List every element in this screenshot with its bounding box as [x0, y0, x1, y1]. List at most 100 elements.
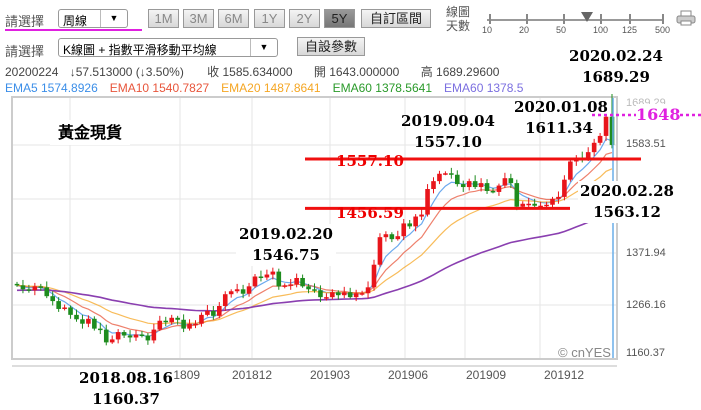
candle-body: [252, 276, 258, 287]
candle-body: [109, 339, 115, 343]
candle-body: [187, 323, 192, 329]
candle-body: [550, 198, 555, 205]
annotation-date: 2019.02.20: [239, 225, 333, 243]
candle-body: [115, 332, 121, 340]
candle-body: [324, 297, 329, 299]
candle-body: [419, 214, 424, 217]
candle-body: [199, 314, 204, 324]
candle-body: [377, 237, 383, 265]
candle-body: [520, 203, 526, 207]
candle-body: [157, 320, 163, 330]
candle-body: [544, 204, 549, 207]
candle-body: [121, 332, 127, 336]
candle-body: [228, 291, 234, 295]
candle-body: [139, 334, 145, 337]
annotation-value: 1546.75: [252, 246, 320, 264]
candle-body: [193, 323, 198, 326]
candle-body: [103, 329, 109, 343]
candle-body: [246, 286, 252, 294]
candle-body: [484, 183, 490, 191]
x-tick-label: 201812: [232, 368, 273, 382]
candle-body: [496, 185, 502, 192]
x-tick-label: 201912: [544, 368, 585, 382]
candle-body: [401, 223, 407, 237]
candle-body: [133, 334, 139, 338]
candle-body: [526, 203, 531, 206]
annotation-value: 1611.34: [525, 119, 593, 137]
candle-body: [181, 319, 186, 329]
y-tick-label: 1371.94: [626, 247, 666, 259]
candle-body: [56, 301, 61, 309]
candle-body: [490, 190, 496, 193]
x-tick-label: 201906: [388, 368, 429, 382]
candle-body: [211, 310, 216, 316]
candle-body: [383, 234, 389, 238]
candle-body: [568, 161, 573, 180]
candle-body: [169, 317, 174, 323]
candle-body: [276, 271, 282, 287]
candle-body: [282, 285, 288, 287]
y-tick-label: 1266.16: [626, 299, 666, 311]
candle-body: [341, 292, 347, 296]
annotation-value: 1689.29: [582, 68, 650, 86]
candle-body: [294, 277, 299, 285]
candle-body: [175, 317, 180, 320]
level-label-lower: 1456.59: [336, 204, 404, 222]
candle-body: [336, 292, 341, 296]
candle-body: [80, 319, 85, 324]
annotation-date: 2018.08.16: [79, 369, 173, 387]
candle-body: [258, 276, 264, 279]
candle-body: [98, 328, 103, 331]
candle-body: [50, 296, 55, 302]
level-label-upper: 1557.10: [336, 152, 404, 170]
candle-body: [68, 307, 73, 315]
candle-body: [359, 293, 365, 295]
candle-body: [431, 181, 436, 190]
x-tick-label: 201903: [310, 368, 351, 382]
annotation-date: 2020.02.28: [580, 182, 674, 200]
candle-body: [38, 286, 44, 288]
candle-body: [312, 289, 317, 291]
candle-body: [455, 174, 460, 185]
candle-body: [145, 335, 151, 341]
candle-body: [591, 142, 597, 153]
candle-body: [389, 234, 395, 240]
chart-title: 黃金現貨: [50, 120, 131, 145]
candle-body: [449, 173, 454, 175]
candle-body: [270, 271, 276, 275]
candle-body: [353, 293, 359, 298]
candle-body: [32, 286, 38, 291]
candle-body: [460, 184, 466, 188]
annotation-value: 1160.37: [92, 390, 160, 408]
candle-body: [44, 287, 50, 297]
candle-body: [163, 320, 169, 323]
candle-body: [86, 318, 91, 324]
candle-body: [205, 310, 210, 315]
candle-body: [562, 179, 567, 197]
candle-body: [222, 294, 228, 307]
candle-body: [217, 306, 222, 316]
candle-body: [240, 289, 246, 294]
candle-body: [466, 181, 472, 188]
candle-body: [127, 335, 133, 338]
candle-body: [234, 289, 240, 292]
candle-body: [514, 183, 520, 207]
candle-body: [413, 216, 418, 227]
candle-body: [502, 178, 508, 186]
level-label-target: 1648: [636, 104, 681, 125]
candle-body: [92, 318, 97, 329]
x-tick-label: 201909: [466, 368, 507, 382]
annotation-date: 2020.01.08: [514, 98, 608, 116]
candle-body: [443, 173, 448, 175]
candle-body: [288, 284, 293, 286]
candle-body: [300, 277, 305, 287]
annotation-value: 1557.10: [414, 133, 482, 151]
annotation-date: 2020.02.24: [569, 47, 663, 65]
candle-body: [318, 290, 323, 298]
annotation-date: 2019.09.04: [401, 112, 495, 130]
candle-body: [14, 283, 20, 286]
candle-body: [532, 203, 537, 206]
candle-body: [395, 236, 401, 240]
candle-body: [74, 314, 79, 320]
candle-body: [330, 292, 335, 298]
